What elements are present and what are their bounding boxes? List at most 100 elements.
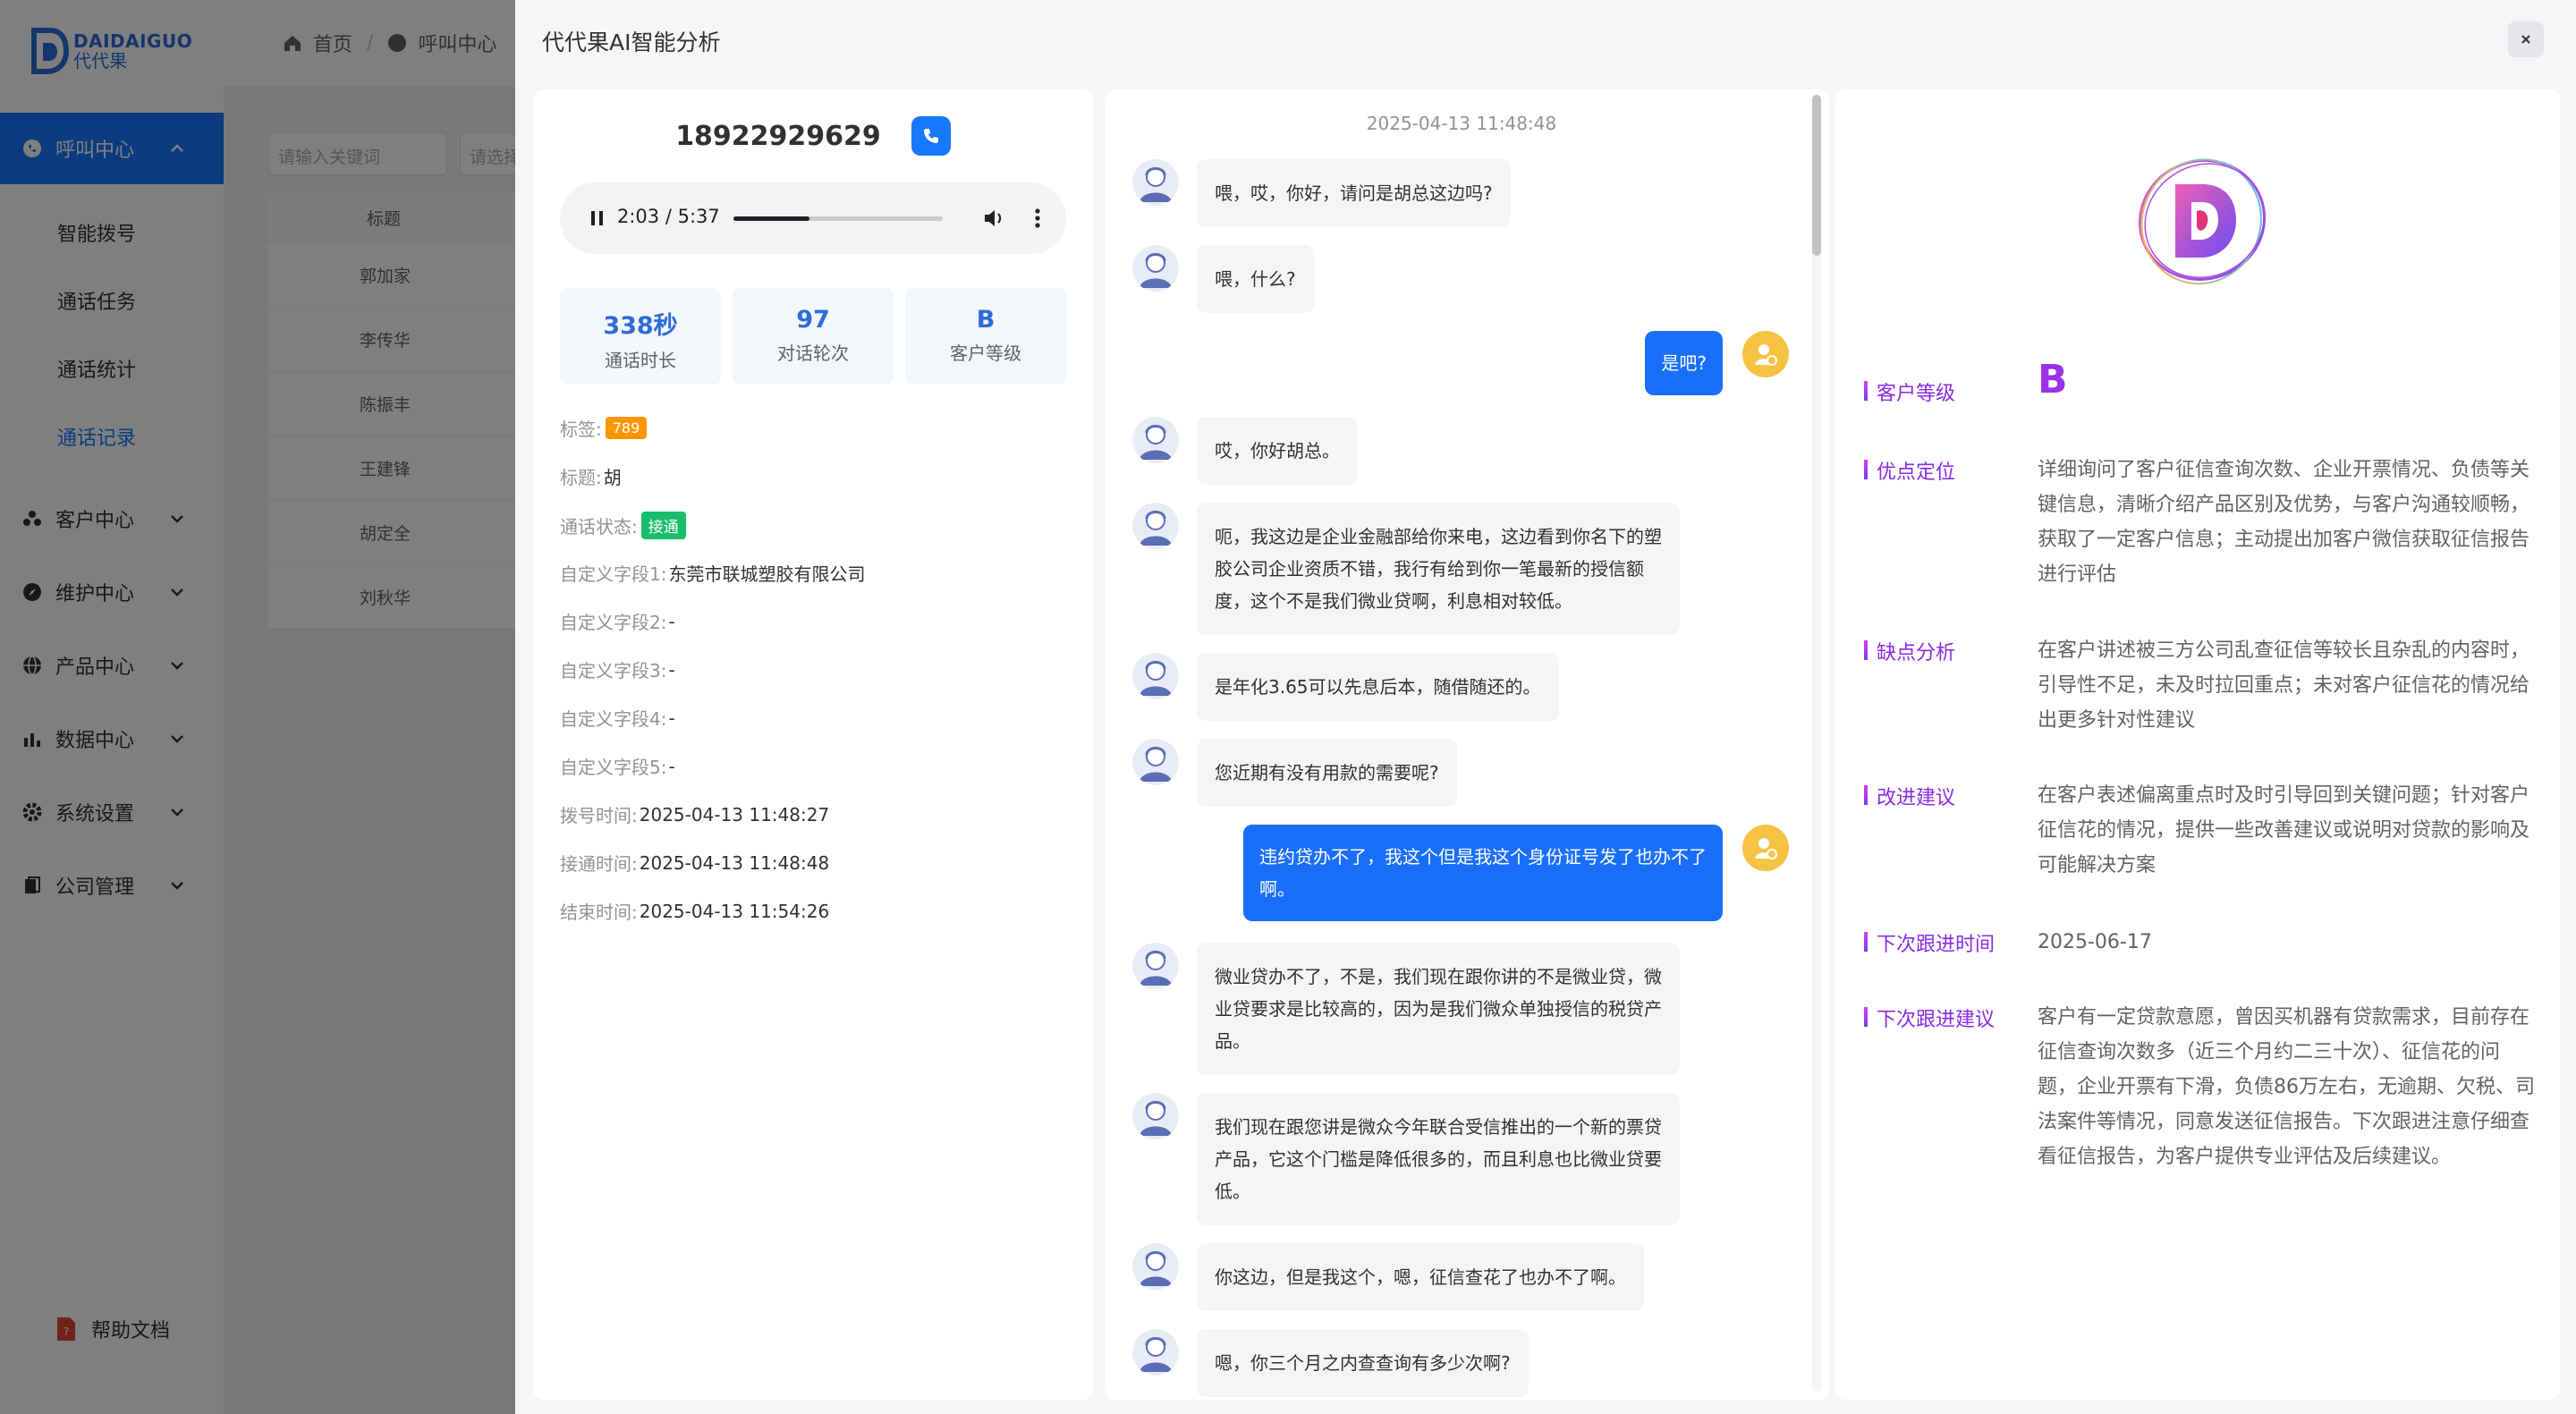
audio-progress-bar[interactable] [733, 216, 943, 221]
field-label: 自定义字段2: [560, 612, 667, 633]
next-followup-advice-text: 客户有一定贷款意愿，曾因买机器有贷款需求，目前存在 征信查询次数多（近三个月约二… [2038, 1006, 2535, 1168]
chat-line: 度，这个不是我们微业贷啊，利息相对较低。 [1215, 590, 1572, 612]
chat-message-incoming: 哎，你好胡总。 [1106, 417, 1812, 485]
chat-bubble: 您近期有没有用款的需要呢? [1197, 739, 1457, 807]
field-tag: 标签: 789 [560, 415, 648, 441]
field-value: 2025-04-13 11:48:48 [639, 851, 830, 874]
scrollbar-track[interactable] [1812, 95, 1821, 1392]
field-label: 标签: [560, 419, 602, 440]
more-options-icon[interactable] [1032, 206, 1043, 231]
stat-value: B [976, 306, 996, 334]
customer-avatar-icon [1742, 331, 1789, 377]
field-label: 自定义字段5: [560, 757, 667, 778]
field-value: - [668, 755, 675, 777]
field-label: 通话状态: [560, 516, 638, 538]
chat-bubble: 喂，哎，你好，请问是胡总这边吗? [1197, 159, 1511, 227]
stat-label: 通话时长 [605, 350, 676, 371]
chat-bubble: 呃，我这边是企业金融部给你来电，这边看到你名下的塑 胶公司企业资质不错，我行有给到… [1197, 503, 1680, 635]
chat-message-incoming: 嗯，你三个月之内查查询有多少次啊? [1106, 1329, 1812, 1397]
agent-avatar-icon [1132, 503, 1179, 549]
next-followup-time-label: 下次跟进时间 [1864, 928, 1995, 957]
stat-label: 对话轮次 [777, 343, 849, 364]
field-value: 东莞市联城塑胶有限公司 [668, 563, 866, 585]
field-label: 接通时间: [560, 853, 638, 875]
field-label: 自定义字段1: [560, 563, 667, 585]
ai-brand-logo-icon [2138, 158, 2267, 285]
audio-time: 2:03 / 5:37 [617, 206, 720, 227]
chat-bubble: 你这边，但是我这个，嗯，征信查花了也办不了啊。 [1197, 1243, 1644, 1311]
chat-line: 你这边，但是我这个，嗯，征信查花了也办不了啊。 [1215, 1266, 1626, 1288]
field-dial-time: 拨号时间: 2025-04-13 11:48:27 [560, 801, 829, 827]
scrollbar-thumb[interactable] [1812, 95, 1821, 256]
field-value: - [668, 707, 675, 729]
chat-line: 微业贷办不了，不是，我们现在跟你讲的不是微业贷，微 [1215, 966, 1662, 987]
chat-line: 您近期有没有用款的需要呢? [1215, 762, 1439, 783]
volume-icon[interactable] [982, 206, 1007, 231]
chat-line: 喂，什么? [1215, 268, 1296, 290]
field-custom-5: 自定义字段5: - [560, 753, 675, 779]
field-connect-time: 接通时间: 2025-04-13 11:48:48 [560, 850, 829, 876]
stat-value: 338秒 [603, 312, 678, 340]
field-value: - [668, 610, 675, 632]
field-value: 2025-04-13 11:48:27 [639, 803, 830, 826]
chat-line: 低。 [1215, 1181, 1250, 1202]
audio-player[interactable]: 2:03 / 5:37 [560, 182, 1066, 254]
weakness-text: 在客户讲述被三方公司乱查征信等较长且杂乱的内容时， 引导性不足，未及时拉回重点；… [2038, 639, 2530, 732]
chat-bubble: 喂，什么? [1197, 245, 1314, 313]
tag-badge: 789 [605, 417, 648, 439]
field-label: 结束时间: [560, 902, 638, 923]
field-label: 标题: [560, 467, 602, 488]
chat-bubble: 嗯，你三个月之内查查询有多少次啊? [1197, 1329, 1529, 1397]
improvement-text: 在客户表述偏离重点时及时引导回到关键问题；针对客户 征信花的情况，提供一些改善建… [2038, 784, 2530, 876]
ai-analysis-panel: 客户等级 B 优点定位 详细询问了客户征信查询次数、企业开票情况、负债等关 键信… [1835, 89, 2560, 1400]
field-custom-1: 自定义字段1: 东莞市联城塑胶有限公司 [560, 560, 865, 586]
chat-line: 是吧? [1661, 352, 1707, 374]
stat-card-duration: 338秒 通话时长 [560, 288, 721, 385]
pause-icon[interactable] [587, 207, 608, 229]
chat-line: 产品，它这个门槛是降低很多的，而且利息也比微业贷要 [1215, 1148, 1662, 1170]
field-value: 2025-04-13 11:54:26 [639, 900, 830, 922]
chat-bubble: 微业贷办不了，不是，我们现在跟你讲的不是微业贷，微 业贷要求是比较高的，因为是我们… [1197, 943, 1680, 1075]
field-label: 自定义字段4: [560, 708, 667, 730]
stat-label: 客户等级 [950, 343, 1021, 364]
chat-message-incoming: 喂，什么? [1106, 245, 1812, 313]
chat-bubble: 是年化3.65可以先息后本，随借随还的。 [1197, 653, 1559, 721]
drawer-title: 代代果AI智能分析 [542, 30, 721, 55]
agent-avatar-icon [1132, 943, 1179, 989]
next-followup-time-value: 2025-06-17 [2038, 931, 2152, 953]
field-custom-2: 自定义字段2: - [560, 608, 675, 634]
chat-line: 业贷要求是比较高的，因为是我们微众单独授信的税贷产 [1215, 998, 1662, 1020]
close-button[interactable] [2508, 21, 2544, 57]
chat-message-incoming: 呃，我这边是企业金融部给你来电，这边看到你名下的塑 胶公司企业资质不错，我行有给到… [1106, 503, 1812, 635]
field-value: - [668, 658, 675, 681]
chat-message-incoming: 我们现在跟您讲是微众今年联合受信推出的一个新的票贷 产品，它这个门槛是降低很多的，… [1106, 1093, 1812, 1225]
chat-transcript-panel[interactable]: 2025-04-13 11:48:48 喂，哎，你好，请问是胡总这边吗? 喂，什么… [1106, 89, 1830, 1400]
stat-card-grade: B 客户等级 [905, 288, 1066, 385]
agent-avatar-icon [1132, 739, 1179, 785]
call-button[interactable] [911, 116, 951, 156]
chat-line: 是年化3.65可以先息后本，随借随还的。 [1215, 676, 1541, 698]
call-info-panel: 18922929629 2:03 / 5:37 338秒 通话时长 97 对话轮… [533, 89, 1093, 1400]
chat-message-incoming: 微业贷办不了，不是，我们现在跟你讲的不是微业贷，微 业贷要求是比较高的，因为是我们… [1106, 943, 1812, 1075]
close-icon [2521, 35, 2530, 44]
stat-value: 97 [796, 306, 830, 334]
chat-message-outgoing: 违约贷办不了，我这个但是我这个身份证号发了也办不了 啊。 [1106, 825, 1812, 925]
chat-line: 啊。 [1259, 878, 1295, 900]
chat-line: 嗯，你三个月之内查查询有多少次啊? [1215, 1352, 1511, 1374]
chat-bubble: 我们现在跟您讲是微众今年联合受信推出的一个新的票贷 产品，它这个门槛是降低很多的，… [1197, 1093, 1680, 1225]
stat-card-rounds: 97 对话轮次 [733, 288, 894, 385]
field-label: 拨号时间: [560, 805, 638, 826]
grade-value: B [2038, 357, 2068, 402]
chat-line: 违约贷办不了，我这个但是我这个身份证号发了也办不了 [1259, 846, 1707, 868]
field-custom-4: 自定义字段4: - [560, 705, 675, 731]
agent-avatar-icon [1132, 1093, 1179, 1139]
phone-number: 18922929629 [675, 120, 881, 152]
chat-message-incoming: 您近期有没有用款的需要呢? [1106, 739, 1812, 807]
chat-bubble: 哎，你好胡总。 [1197, 417, 1358, 485]
audio-progress-fill [733, 216, 810, 221]
chat-message-incoming: 你这边，但是我这个，嗯，征信查花了也办不了啊。 [1106, 1243, 1812, 1311]
agent-avatar-icon [1132, 159, 1179, 206]
field-call-status: 通话状态: 接通 [560, 512, 686, 539]
strength-text: 详细询问了客户征信查询次数、企业开票情况、负债等关 键信息，清晰介绍产品区别及优… [2038, 459, 2530, 586]
grade-label: 客户等级 [1864, 377, 1955, 406]
